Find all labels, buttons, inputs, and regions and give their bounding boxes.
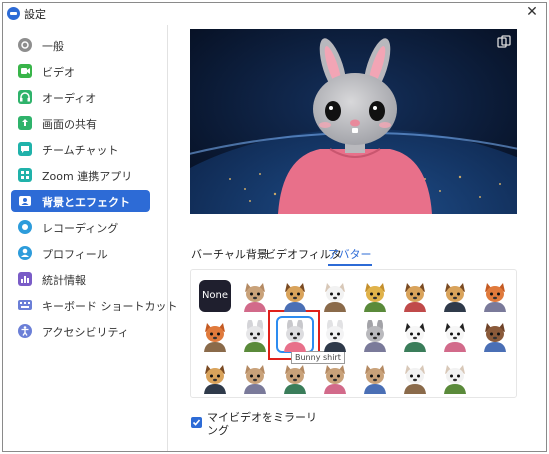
avatar-option-cow[interactable] bbox=[399, 362, 431, 394]
accessibility-icon bbox=[17, 323, 33, 339]
tab-virtual-background[interactable]: バーチャル背景 bbox=[191, 246, 268, 262]
sidebar-item-share-screen[interactable]: 画面の共有 bbox=[11, 112, 150, 134]
chat-icon bbox=[17, 141, 33, 157]
video-icon bbox=[17, 63, 33, 79]
avatar-option-dog[interactable] bbox=[199, 362, 231, 394]
sidebar-item-label: ビデオ bbox=[42, 66, 75, 79]
sidebar-item-apps[interactable]: Zoom 連携アプリ bbox=[11, 164, 150, 186]
window-title: 設定 bbox=[24, 8, 46, 21]
sidebar-item-label: Zoom 連携アプリ bbox=[42, 170, 133, 183]
avatar-option-bunny-white[interactable] bbox=[319, 319, 351, 352]
avatar-option-bunny-shirt[interactable] bbox=[279, 319, 311, 352]
sidebar-item-headphones[interactable]: オーディオ bbox=[11, 86, 150, 108]
sidebar-item-chat[interactable]: チームチャット bbox=[11, 138, 150, 160]
headphones-icon bbox=[17, 89, 33, 105]
sidebar-item-label: 画面の共有 bbox=[42, 118, 97, 131]
preview-image bbox=[190, 29, 517, 214]
close-button[interactable]: ✕ bbox=[524, 4, 540, 20]
avatar-option-cat[interactable] bbox=[279, 362, 311, 394]
sidebar-item-profile[interactable]: プロフィール bbox=[11, 242, 150, 264]
sidebar-item-label: 統計情報 bbox=[42, 274, 86, 287]
avatar-option-lion[interactable] bbox=[359, 280, 391, 312]
avatar-option-bunny-grey[interactable] bbox=[359, 319, 391, 352]
avatar-option-cat[interactable] bbox=[239, 362, 271, 394]
share-screen-icon bbox=[17, 115, 33, 131]
sidebar-item-keyboard[interactable]: キーボード ショートカット bbox=[11, 294, 178, 316]
title-bar: 設定 ✕ bbox=[3, 3, 546, 23]
statistics-icon bbox=[17, 271, 33, 287]
avatar-preview bbox=[190, 29, 517, 214]
mirror-video-checkbox[interactable] bbox=[191, 417, 202, 428]
profile-icon bbox=[17, 245, 33, 261]
gear-icon bbox=[17, 37, 33, 53]
background-icon bbox=[17, 193, 33, 209]
none-avatar-button[interactable]: None bbox=[199, 280, 231, 312]
avatar-option-cow[interactable] bbox=[319, 280, 351, 312]
avatar-option-cat[interactable] bbox=[239, 280, 271, 312]
sidebar-item-gear[interactable]: 一般 bbox=[11, 34, 150, 56]
sidebar: 一般ビデオオーディオ画面の共有チームチャット Zoom 連携アプリ 背景とエフェクト… bbox=[3, 25, 178, 451]
avatar-option-panda[interactable] bbox=[439, 320, 471, 352]
apps-icon bbox=[17, 167, 33, 183]
sidebar-item-background[interactable]: 背景とエフェクト bbox=[11, 190, 150, 212]
avatar-option-panda[interactable] bbox=[399, 320, 431, 352]
sidebar-item-statistics[interactable]: 統計情報 bbox=[11, 268, 150, 290]
avatar-option-bunny-dark[interactable] bbox=[239, 319, 271, 352]
sidebar-item-label: キーボード ショートカット bbox=[42, 300, 178, 313]
pip-icon[interactable] bbox=[497, 35, 511, 49]
avatar-option-cow[interactable] bbox=[439, 362, 471, 394]
sidebar-item-video[interactable]: ビデオ bbox=[11, 60, 150, 82]
mirror-video-label: マイビデオをミラーリング bbox=[207, 411, 317, 437]
sidebar-item-label: 背景とエフェクト bbox=[42, 196, 130, 209]
zoom-logo-icon bbox=[7, 7, 20, 20]
sidebar-item-label: オーディオ bbox=[42, 92, 97, 105]
keyboard-icon bbox=[17, 297, 33, 313]
avatar-option-dog[interactable] bbox=[439, 280, 471, 312]
record-icon bbox=[17, 219, 33, 235]
sidebar-item-accessibility[interactable]: アクセシビリティ bbox=[11, 320, 150, 342]
avatar-option-cat[interactable] bbox=[319, 362, 351, 394]
avatar-option-cat[interactable] bbox=[359, 362, 391, 394]
avatar-option-dog[interactable] bbox=[399, 280, 431, 312]
sidebar-item-label: レコーディング bbox=[42, 222, 119, 235]
sidebar-item-label: 一般 bbox=[42, 40, 64, 53]
avatar-option-fox[interactable] bbox=[479, 280, 511, 312]
avatar-option-bear[interactable] bbox=[479, 320, 511, 352]
avatar-option-fox[interactable] bbox=[199, 320, 231, 352]
avatar-option-dog[interactable] bbox=[279, 280, 311, 312]
sidebar-item-label: プロフィール bbox=[42, 248, 108, 261]
sidebar-item-label: チームチャット bbox=[42, 144, 119, 157]
sidebar-item-label: アクセシビリティ bbox=[42, 326, 129, 339]
sidebar-item-record[interactable]: レコーディング bbox=[11, 216, 150, 238]
tab-avatar[interactable]: アバター bbox=[328, 246, 372, 266]
